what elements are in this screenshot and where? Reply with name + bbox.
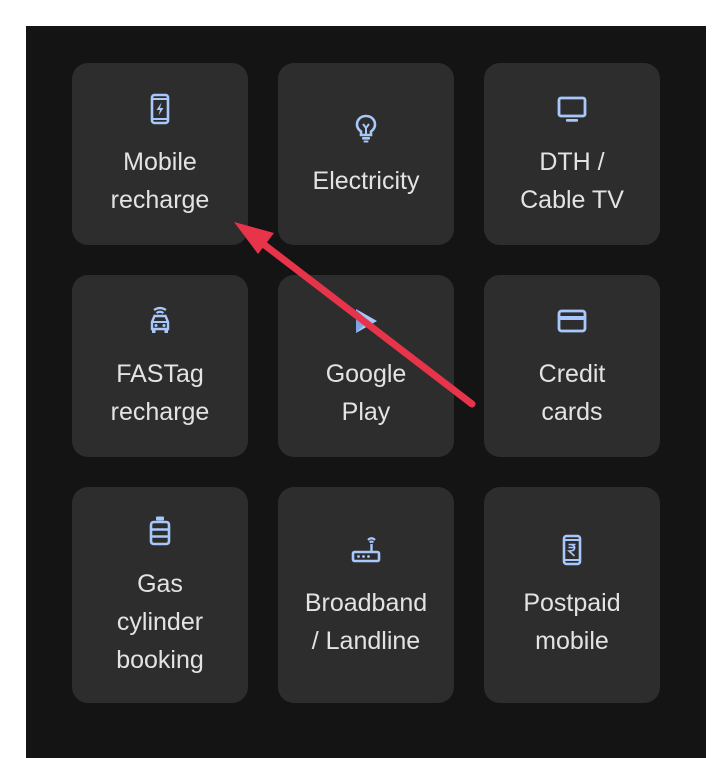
tile-label: FASTag recharge bbox=[110, 360, 210, 426]
gas-cylinder-icon bbox=[140, 511, 180, 551]
mobile-recharge-icon bbox=[140, 89, 180, 129]
tile-google-play[interactable]: Google Play bbox=[278, 275, 454, 457]
tile-label: DTH / Cable TV bbox=[520, 148, 624, 214]
postpaid-mobile-icon bbox=[552, 530, 592, 570]
router-icon bbox=[346, 530, 386, 570]
tile-broadband-landline[interactable]: Broadband / Landline bbox=[278, 487, 454, 703]
tile-label: Electricity bbox=[312, 167, 420, 195]
car-icon bbox=[140, 301, 180, 341]
tile-electricity[interactable]: Electricity bbox=[278, 63, 454, 245]
google-play-icon bbox=[346, 301, 386, 341]
tile-dth-cable-tv[interactable]: DTH / Cable TV bbox=[484, 63, 660, 245]
tile-fastag-recharge[interactable]: FASTag recharge bbox=[72, 275, 248, 457]
tile-mobile-recharge[interactable]: Mobile recharge bbox=[72, 63, 248, 245]
tile-postpaid-mobile[interactable]: Postpaid mobile bbox=[484, 487, 660, 703]
tile-label: Google Play bbox=[325, 360, 407, 426]
tile-label: Credit cards bbox=[538, 360, 606, 426]
tile-label: Broadband / Landline bbox=[304, 589, 428, 655]
tile-label: Postpaid mobile bbox=[523, 589, 621, 655]
credit-card-icon bbox=[552, 301, 592, 341]
tile-label: Mobile recharge bbox=[110, 148, 210, 214]
lightbulb-icon bbox=[346, 108, 386, 148]
tile-credit-cards[interactable]: Credit cards bbox=[484, 275, 660, 457]
tile-label: Gas cylinder booking bbox=[116, 570, 204, 674]
tv-icon bbox=[552, 89, 592, 129]
tile-gas-cylinder-booking[interactable]: Gas cylinder booking bbox=[72, 487, 248, 703]
